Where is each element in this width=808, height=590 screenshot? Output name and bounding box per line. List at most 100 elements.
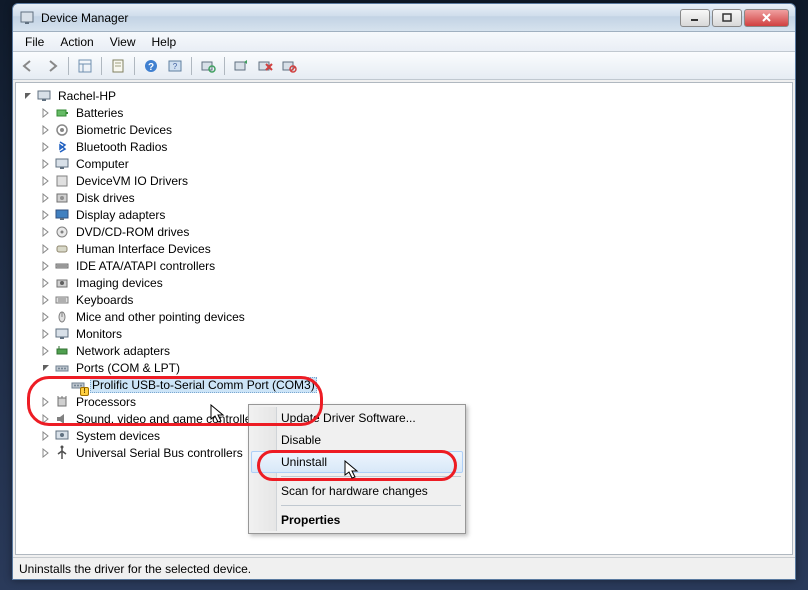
tree-category[interactable]: Bluetooth Radios [18, 138, 790, 155]
tree-label: Sound, video and game controllers [74, 412, 263, 426]
ide-icon [54, 258, 70, 274]
tree-category[interactable]: DeviceVM IO Drivers [18, 172, 790, 189]
bluetooth-icon [54, 139, 70, 155]
expander-icon[interactable] [40, 328, 52, 340]
tree-label: IDE ATA/ATAPI controllers [74, 259, 217, 273]
menu-file[interactable]: File [17, 33, 52, 51]
computer-icon [54, 156, 70, 172]
close-button[interactable] [744, 9, 789, 27]
update-driver-button[interactable] [230, 55, 252, 77]
display-icon [54, 207, 70, 223]
tree-category[interactable]: Disk drives [18, 189, 790, 206]
tree-label: Rachel-HP [56, 89, 118, 103]
titlebar[interactable]: Device Manager [13, 4, 795, 32]
tree-category[interactable]: Human Interface Devices [18, 240, 790, 257]
network-icon [54, 343, 70, 359]
tree-label: Network adapters [74, 344, 172, 358]
context-menu-item[interactable]: Disable [251, 429, 463, 451]
svg-text:?: ? [148, 62, 154, 73]
expander-icon[interactable] [40, 192, 52, 204]
scan-button[interactable] [197, 55, 219, 77]
expander-icon[interactable] [40, 124, 52, 136]
tree-category[interactable]: Monitors [18, 325, 790, 342]
tree-category[interactable]: Ports (COM & LPT) [18, 359, 790, 376]
properties-button[interactable] [107, 55, 129, 77]
tree-category[interactable]: Mice and other pointing devices [18, 308, 790, 325]
expander-icon[interactable] [40, 141, 52, 153]
toolbar-sep [191, 57, 192, 75]
disk-icon [54, 190, 70, 206]
tree-category[interactable]: Computer [18, 155, 790, 172]
expander-icon[interactable] [40, 175, 52, 187]
tree-category[interactable]: Keyboards [18, 291, 790, 308]
tree-category[interactable]: Biometric Devices [18, 121, 790, 138]
minimize-button[interactable] [680, 9, 710, 27]
expander-icon[interactable] [40, 209, 52, 221]
cdrom-icon [54, 224, 70, 240]
help-button[interactable]: ? [140, 55, 162, 77]
tree-category[interactable]: Batteries [18, 104, 790, 121]
keyboard-icon [54, 292, 70, 308]
tree-category[interactable]: Imaging devices [18, 274, 790, 291]
tree-label: DVD/CD-ROM drives [74, 225, 191, 239]
back-button[interactable] [17, 55, 39, 77]
expander-icon[interactable] [40, 362, 52, 374]
expander-icon[interactable] [40, 447, 52, 459]
svg-text:?: ? [173, 62, 178, 71]
tree-label: DeviceVM IO Drivers [74, 174, 190, 188]
expander-icon[interactable] [22, 90, 34, 102]
menu-view[interactable]: View [102, 33, 144, 51]
statusbar-text: Uninstalls the driver for the selected d… [19, 562, 251, 576]
system-icon [54, 428, 70, 444]
statusbar: Uninstalls the driver for the selected d… [13, 557, 795, 579]
tree-root[interactable]: Rachel-HP [18, 87, 790, 104]
expander-icon[interactable] [40, 277, 52, 289]
context-menu-item[interactable]: Properties [251, 509, 463, 531]
battery-icon [54, 105, 70, 121]
context-menu-item[interactable]: Scan for hardware changes [251, 480, 463, 502]
menu-help[interactable]: Help [144, 33, 185, 51]
tree-label: Batteries [74, 106, 125, 120]
tree-label: Biometric Devices [74, 123, 174, 137]
usb-icon [54, 445, 70, 461]
tree-device[interactable]: !Prolific USB-to-Serial Comm Port (COM3) [18, 376, 790, 393]
tree-label: Ports (COM & LPT) [74, 361, 182, 375]
tree-category[interactable]: Display adapters [18, 206, 790, 223]
context-menu: Update Driver Software...DisableUninstal… [248, 404, 466, 534]
expander-icon[interactable] [40, 158, 52, 170]
tree-label: Processors [74, 395, 138, 409]
expander-icon[interactable] [40, 260, 52, 272]
tree-category[interactable]: DVD/CD-ROM drives [18, 223, 790, 240]
device-icon [54, 173, 70, 189]
sound-icon [54, 411, 70, 427]
tree-label: Keyboards [74, 293, 135, 307]
context-menu-separator [281, 476, 461, 477]
monitor-icon [54, 326, 70, 342]
menubar: File Action View Help [13, 32, 795, 52]
tree-label: Universal Serial Bus controllers [74, 446, 245, 460]
expander-icon[interactable] [40, 396, 52, 408]
context-menu-item[interactable]: Update Driver Software... [251, 407, 463, 429]
tree-label: Disk drives [74, 191, 137, 205]
maximize-button[interactable] [712, 9, 742, 27]
tree-category[interactable]: IDE ATA/ATAPI controllers [18, 257, 790, 274]
expander-icon[interactable] [40, 294, 52, 306]
menu-action[interactable]: Action [52, 33, 101, 51]
show-tree-button[interactable] [74, 55, 96, 77]
help2-button[interactable]: ? [164, 55, 186, 77]
uninstall-button[interactable] [254, 55, 276, 77]
tree-label: Human Interface Devices [74, 242, 213, 256]
disable-button[interactable] [278, 55, 300, 77]
expander-icon[interactable] [40, 243, 52, 255]
expander-icon[interactable] [40, 226, 52, 238]
expander-icon[interactable] [40, 345, 52, 357]
expander-icon[interactable] [40, 311, 52, 323]
toolbar: ? ? [13, 52, 795, 80]
tree-category[interactable]: Network adapters [18, 342, 790, 359]
biometric-icon [54, 122, 70, 138]
expander-icon[interactable] [40, 430, 52, 442]
expander-icon[interactable] [40, 413, 52, 425]
forward-button[interactable] [41, 55, 63, 77]
expander-icon[interactable] [40, 107, 52, 119]
context-menu-item[interactable]: Uninstall [251, 451, 463, 473]
